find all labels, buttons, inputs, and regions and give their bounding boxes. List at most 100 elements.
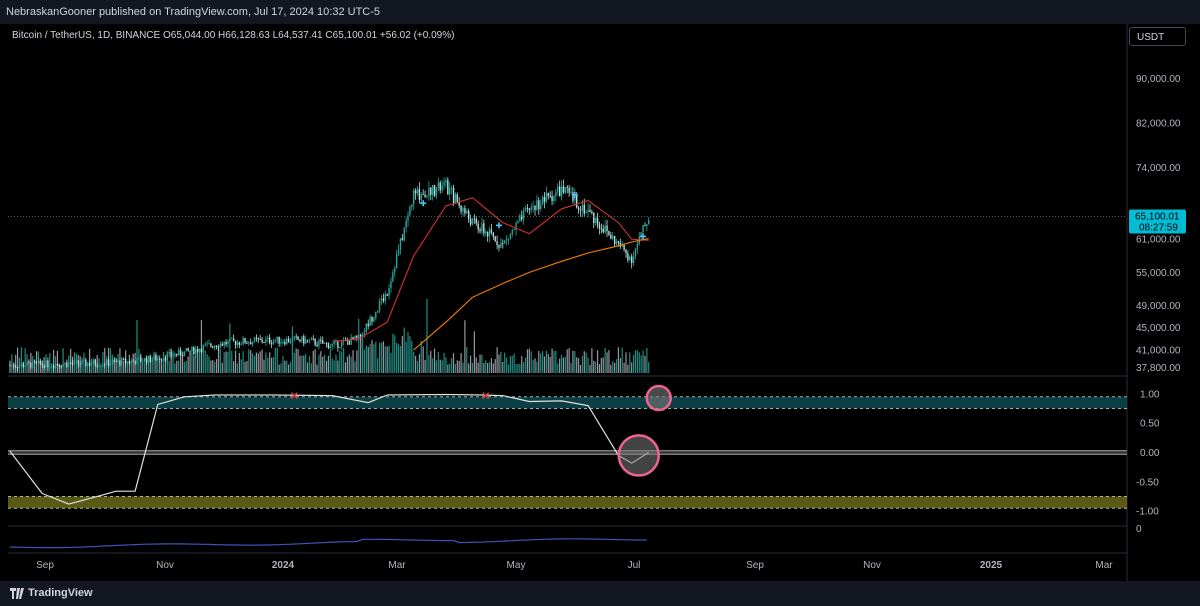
volume-bar: [625, 352, 627, 373]
candle-body: [259, 339, 261, 340]
volume-bar: [375, 341, 377, 373]
volume-bar: [138, 348, 140, 373]
volume-bar: [250, 350, 252, 373]
candle-body: [623, 244, 625, 250]
candle-body: [28, 361, 30, 363]
candle-body: [564, 187, 567, 193]
volume-bar: [498, 354, 500, 373]
volume-bar: [62, 348, 64, 373]
volume-bar: [221, 362, 223, 373]
time-axis-label: May: [507, 560, 526, 571]
brand-name: TradingView: [28, 587, 93, 599]
candle-body: [369, 316, 371, 326]
candle-body: [538, 200, 540, 210]
volume-bar: [543, 356, 546, 373]
candle-body: [498, 245, 500, 248]
candle-body: [443, 182, 445, 186]
volume-bar: [589, 364, 591, 373]
volume-bar: [432, 358, 434, 373]
candle-body: [390, 281, 392, 288]
candle-body: [255, 337, 258, 339]
volume-bar: [272, 356, 275, 373]
candle-body: [58, 365, 60, 367]
volume-bar: [191, 353, 193, 373]
volume-bar: [566, 349, 568, 373]
volume-bar: [545, 350, 547, 373]
candle-body: [304, 339, 307, 344]
volume-bar: [324, 354, 326, 373]
candle-body: [557, 186, 559, 192]
volume-bar: [517, 363, 519, 373]
candle-body: [248, 342, 250, 344]
volume-bar: [606, 352, 608, 373]
volume-bar: [519, 363, 521, 373]
candle-body: [274, 340, 277, 342]
change-value: +56.02 (+0.09%): [379, 30, 455, 41]
volume-bar: [555, 350, 557, 373]
candle-body: [648, 219, 650, 225]
candle-body: [183, 351, 186, 357]
candle-body: [43, 365, 45, 368]
candle-body: [14, 366, 17, 368]
volume-bar: [305, 353, 307, 373]
volume-bar: [365, 345, 367, 373]
oscillator-line: [9, 393, 650, 505]
volume-bar: [614, 362, 616, 373]
candle-body: [287, 338, 290, 343]
volume-bar: [433, 348, 436, 373]
candle-body: [303, 336, 305, 344]
volume-bar: [333, 360, 335, 373]
candle-body: [132, 360, 134, 362]
candle-body: [409, 206, 411, 216]
volume-bar: [397, 344, 400, 373]
volume-bar: [147, 363, 149, 373]
volume-bar: [316, 364, 318, 373]
volume-bar: [248, 349, 250, 373]
candle-body: [236, 342, 239, 346]
candle-body: [265, 338, 267, 343]
candle-body: [81, 360, 83, 365]
candle-body: [105, 359, 108, 365]
candle-body: [373, 317, 375, 322]
candle-body: [195, 348, 197, 355]
candle-body: [50, 366, 53, 367]
volume-bar: [341, 351, 343, 373]
chart-area[interactable]: 90,000.00 82,000.00 74,000.00 61,000.00 55,0…: [0, 24, 1200, 581]
candle-body: [200, 349, 203, 353]
candle-body: [511, 230, 513, 235]
candle-body: [562, 186, 565, 193]
oscillator-zone-lower: [8, 496, 1127, 509]
volume-bar: [621, 347, 623, 373]
currency-button[interactable]: USDT: [1129, 27, 1186, 46]
candle-body: [312, 338, 314, 340]
volume-bar: [388, 345, 390, 373]
time-axis-label: Sep: [746, 560, 764, 571]
last-price-countdown: 08:27:59: [1139, 223, 1178, 234]
candle-body: [325, 342, 328, 344]
price-axis-tick: 90,000.00: [1136, 74, 1181, 85]
volume-bar: [532, 360, 534, 373]
volume-bar: [24, 348, 26, 373]
candle-body: [577, 207, 580, 210]
publisher-text: NebraskanGooner published on TradingView…: [6, 6, 381, 18]
candle-body: [430, 187, 432, 195]
candle-body: [371, 316, 373, 322]
candle-body: [488, 229, 491, 237]
candle-body: [143, 358, 146, 362]
candle-body: [181, 355, 184, 357]
volume-bar: [181, 351, 184, 373]
time-axis-label: Jul: [628, 560, 641, 571]
chart-svg[interactable]: 90,000.00 82,000.00 74,000.00 61,000.00 55,0…: [0, 24, 1200, 581]
candle-body: [229, 338, 231, 342]
candle-body: [526, 207, 529, 209]
volume-bar: [530, 351, 532, 373]
volume-bar: [265, 352, 267, 373]
candle-body: [644, 225, 646, 227]
candle-body: [121, 358, 123, 366]
volume-bar: [361, 334, 364, 373]
candle-body: [323, 342, 326, 344]
volume-bar: [253, 355, 256, 373]
volume-bar: [392, 333, 394, 373]
candle-body: [593, 213, 595, 223]
volume-bar: [640, 355, 642, 373]
